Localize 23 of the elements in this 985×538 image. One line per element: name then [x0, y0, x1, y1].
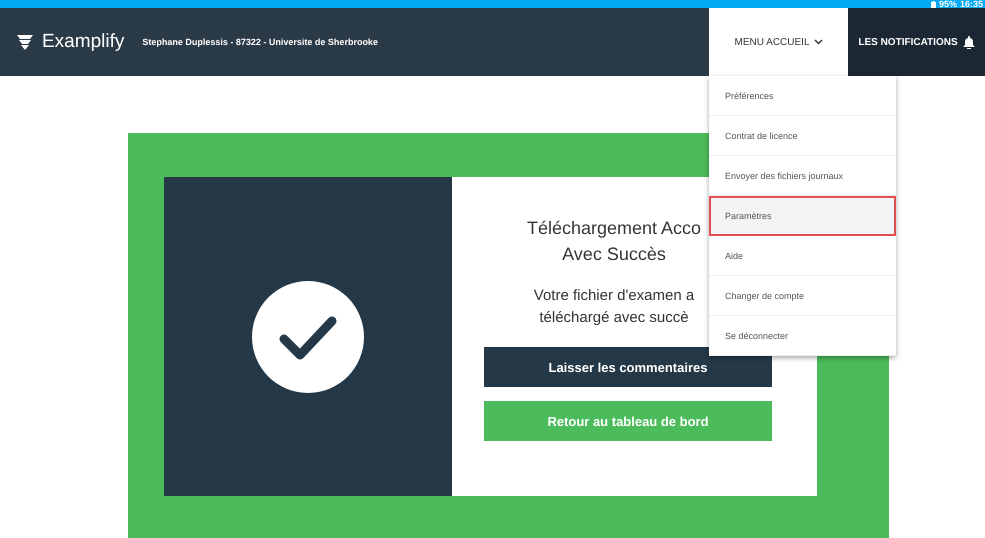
bell-icon [962, 36, 975, 48]
menu-item[interactable]: Aide [709, 236, 896, 276]
notifications-button[interactable]: LES NOTIFICATIONS [848, 8, 985, 76]
chevron-icon [814, 39, 822, 45]
success-message: téléchargé avec succè [538, 308, 690, 328]
menu-item[interactable]: Préférences [709, 76, 896, 116]
app-logo: Examplify [42, 31, 124, 53]
clock: 16:35 [960, 0, 983, 8]
user-info: Stephane Duplessis - 87322 - Universite de Sherbrooke [142, 37, 378, 47]
battery-level: 95% [938, 0, 957, 8]
success-title: Téléchargement Acco [526, 217, 702, 240]
menu-item[interactable]: Changer de compte [709, 276, 896, 316]
success-title: Avec Succès [562, 243, 666, 266]
menu-item[interactable]: Contrat de licence [709, 116, 896, 156]
menu-item[interactable]: Se déconnecter [709, 316, 896, 356]
success-message: Votre fichier d'examen a [534, 286, 694, 306]
menu-item[interactable]: Envoyer des fichiers journaux [709, 156, 896, 196]
battery-icon [930, 0, 936, 8]
feedback-button[interactable]: Laisser les commentaires [484, 347, 772, 387]
menu-item[interactable]: Paramètres [709, 196, 896, 236]
logo-icon [16, 34, 34, 50]
check-circle-icon [252, 280, 364, 392]
home-menu-button[interactable]: MENU ACCUEIL [709, 8, 848, 76]
